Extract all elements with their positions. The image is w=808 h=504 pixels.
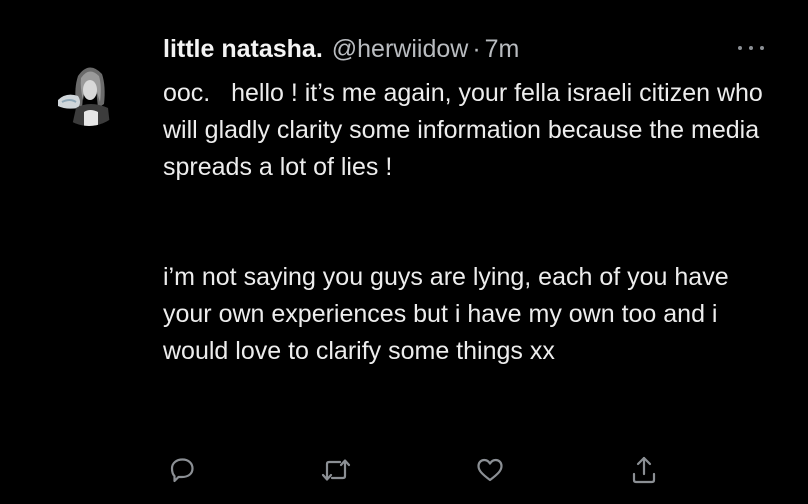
reply-button[interactable] [164,452,200,488]
avatar-image [52,52,126,126]
share-button[interactable] [626,452,662,488]
tweet-text: ooc. hello ! it’s me again, your fella i… [163,75,783,369]
display-name[interactable]: little natasha. [163,32,323,66]
like-button[interactable] [472,452,508,488]
retweet-arrows-icon [321,459,351,481]
retweet-button[interactable] [318,452,354,488]
more-options-icon[interactable] [736,38,766,56]
user-handle[interactable]: @herwiidow [332,32,469,66]
tweet-paragraph-2: i’m not saying you guys are lying, each … [163,262,729,365]
tweet-header: little natasha. @herwiidow · 7m [163,32,519,66]
heart-icon [477,458,503,482]
speech-bubble-icon [170,458,194,483]
avatar[interactable] [52,52,126,126]
tweet-card[interactable]: little natasha. @herwiidow · 7m ooc. hel… [0,0,808,504]
tweet-actions [0,452,808,492]
share-upload-icon [632,456,656,484]
tweet-paragraph-1: ooc. hello ! it’s me again, your fella i… [163,79,770,181]
tweet-timestamp[interactable]: 7m [485,32,520,66]
header-separator: · [472,35,481,63]
